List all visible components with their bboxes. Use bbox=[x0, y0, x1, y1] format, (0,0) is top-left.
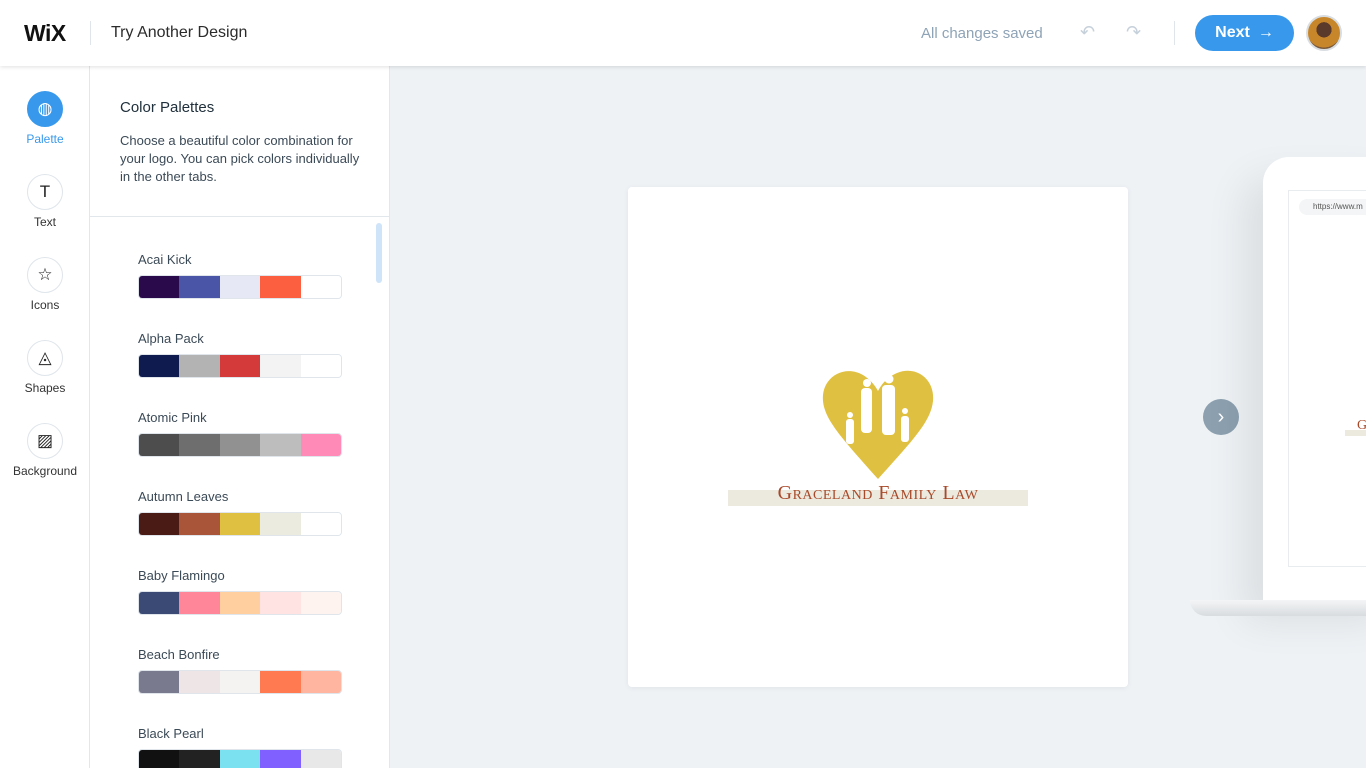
rail-item-palette[interactable]: ◍ Palette bbox=[0, 91, 90, 146]
color-swatch bbox=[300, 592, 341, 614]
color-swatch bbox=[260, 434, 301, 456]
text-icon: T bbox=[27, 174, 63, 210]
color-swatch bbox=[260, 276, 301, 298]
divider bbox=[1174, 21, 1175, 45]
wix-logo[interactable]: WiX bbox=[24, 20, 66, 47]
color-swatch bbox=[139, 434, 180, 456]
icons-icon: ☆ bbox=[27, 257, 63, 293]
palette-name: Beach Bonfire bbox=[138, 647, 220, 662]
rail-item-label: Background bbox=[12, 464, 78, 478]
color-swatch bbox=[179, 592, 220, 614]
color-swatch bbox=[260, 513, 301, 535]
avatar[interactable] bbox=[1306, 15, 1342, 51]
rail-item-label: Icons bbox=[30, 298, 60, 312]
panel-title: Color Palettes bbox=[120, 99, 215, 116]
color-swatch bbox=[179, 355, 220, 377]
color-swatch bbox=[179, 513, 220, 535]
try-another-design-link[interactable]: Try Another Design bbox=[111, 24, 247, 42]
color-swatch bbox=[139, 513, 180, 535]
palette-swatches bbox=[138, 433, 342, 457]
color-swatch bbox=[260, 592, 301, 614]
color-swatch bbox=[219, 513, 261, 535]
mockup-url: https://www.m bbox=[1299, 199, 1366, 215]
rail-item-label: Palette bbox=[26, 132, 64, 146]
color-swatch bbox=[179, 434, 220, 456]
rail-item-background[interactable]: ▨ Background bbox=[0, 423, 90, 478]
color-swatch bbox=[219, 592, 261, 614]
color-swatch bbox=[300, 355, 341, 377]
color-swatch bbox=[260, 750, 301, 768]
mockup-logo: G bbox=[1345, 418, 1366, 436]
chevron-right-icon: › bbox=[1217, 405, 1225, 428]
laptop-base bbox=[1190, 600, 1366, 616]
palette-swatches bbox=[138, 275, 342, 299]
palette-item[interactable]: Acai Kick bbox=[138, 252, 342, 299]
color-swatch bbox=[139, 592, 180, 614]
palette-item[interactable]: Alpha Pack bbox=[138, 331, 342, 378]
rail-item-label: Shapes bbox=[24, 381, 66, 395]
next-button[interactable]: Next → bbox=[1195, 15, 1294, 51]
color-swatch bbox=[300, 513, 341, 535]
color-swatch bbox=[300, 750, 341, 768]
laptop-mockup: https://www.m bbox=[1263, 157, 1366, 602]
palette-name: Acai Kick bbox=[138, 252, 192, 267]
palette-item[interactable]: Autumn Leaves bbox=[138, 489, 342, 536]
color-swatch bbox=[219, 355, 261, 377]
color-swatch bbox=[219, 434, 261, 456]
arrow-right-icon: → bbox=[1257, 24, 1274, 41]
palette-swatches bbox=[138, 354, 342, 378]
mockup-screen: https://www.m bbox=[1288, 190, 1366, 567]
undo-icon[interactable]: ↶ bbox=[1080, 22, 1095, 43]
palette-name: Atomic Pink bbox=[138, 410, 207, 425]
divider bbox=[90, 21, 91, 45]
palette-item[interactable]: Atomic Pink bbox=[138, 410, 342, 457]
color-swatch bbox=[219, 276, 261, 298]
color-swatch bbox=[260, 671, 301, 693]
color-swatch bbox=[139, 671, 180, 693]
color-swatch bbox=[219, 671, 261, 693]
color-swatch bbox=[179, 276, 220, 298]
background-icon: ▨ bbox=[27, 423, 63, 459]
color-swatch bbox=[300, 276, 341, 298]
tool-rail: ◍ Palette T Text ☆ Icons ◬ Shapes ▨ Background bbox=[0, 66, 90, 768]
shapes-icon: ◬ bbox=[27, 340, 63, 376]
palette-name: Alpha Pack bbox=[138, 331, 204, 346]
color-palettes-panel: Color Palettes Choose a beautiful color … bbox=[90, 66, 390, 768]
color-swatch bbox=[300, 671, 341, 693]
next-design-button[interactable]: › bbox=[1203, 399, 1239, 435]
logo-text[interactable]: Graceland Family Law bbox=[628, 482, 1128, 505]
color-swatch bbox=[139, 276, 180, 298]
redo-icon[interactable]: ↷ bbox=[1126, 22, 1141, 43]
divider bbox=[90, 216, 389, 217]
color-swatch bbox=[179, 750, 220, 768]
palette-item[interactable]: Baby Flamingo bbox=[138, 568, 342, 615]
save-status: All changes saved bbox=[921, 25, 1043, 42]
rail-item-text[interactable]: T Text bbox=[0, 174, 90, 229]
rail-item-label: Text bbox=[33, 215, 56, 229]
color-swatch bbox=[139, 355, 180, 377]
color-swatch bbox=[219, 750, 261, 768]
rail-item-icons[interactable]: ☆ Icons bbox=[0, 257, 90, 312]
scrollbar[interactable] bbox=[376, 223, 382, 283]
palette-swatches bbox=[138, 591, 342, 615]
palette-swatches bbox=[138, 670, 342, 694]
palette-icon: ◍ bbox=[27, 91, 63, 127]
palette-swatches bbox=[138, 512, 342, 536]
palette-name: Autumn Leaves bbox=[138, 489, 229, 504]
top-bar: WiX Try Another Design All changes saved… bbox=[0, 0, 1366, 66]
color-swatch bbox=[179, 671, 220, 693]
color-swatch bbox=[139, 750, 180, 768]
color-swatch bbox=[300, 434, 341, 456]
palette-swatches bbox=[138, 749, 342, 768]
family-heart-icon bbox=[822, 370, 934, 479]
palette-item[interactable]: Black Pearl bbox=[138, 726, 342, 768]
logo-preview-card: Graceland Family Law bbox=[628, 187, 1128, 687]
color-swatch bbox=[260, 355, 301, 377]
palette-item[interactable]: Beach Bonfire bbox=[138, 647, 342, 694]
palette-name: Baby Flamingo bbox=[138, 568, 225, 583]
panel-description: Choose a beautiful color combination for… bbox=[120, 133, 360, 184]
rail-item-shapes[interactable]: ◬ Shapes bbox=[0, 340, 90, 395]
next-label: Next bbox=[1215, 24, 1250, 41]
palette-name: Black Pearl bbox=[138, 726, 204, 741]
